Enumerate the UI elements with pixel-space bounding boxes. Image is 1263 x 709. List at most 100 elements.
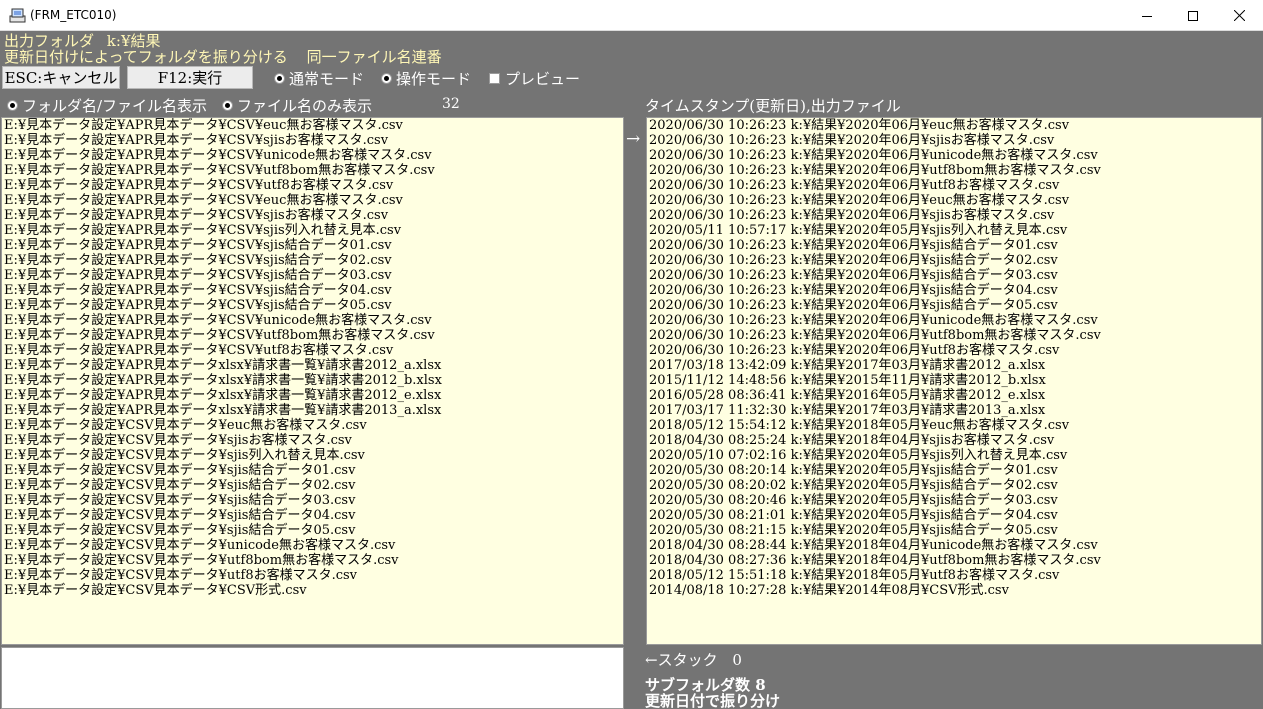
source-file-row[interactable]: E:¥見本データ設定¥CSV見本データ¥sjis結合データ04.csv xyxy=(2,508,623,523)
output-file-row[interactable]: 2017/03/17 11:32:30 k:¥結果¥2017年03月¥請求書20… xyxy=(647,403,1261,418)
source-file-row[interactable]: E:¥見本データ設定¥APR見本データ¥CSV¥sjis結合データ02.csv xyxy=(2,253,623,268)
output-file-row[interactable]: 2018/05/12 15:54:12 k:¥結果¥2018年05月¥euc無お… xyxy=(647,418,1261,433)
show-folder-file-radio[interactable]: フォルダ名/ファイル名表示 xyxy=(7,95,207,116)
source-file-row[interactable]: E:¥見本データ設定¥APR見本データxlsx¥請求書一覧¥請求書2012_a.… xyxy=(2,358,623,373)
output-file-row[interactable]: 2020/06/30 10:26:23 k:¥結果¥2020年06月¥unico… xyxy=(647,313,1261,328)
source-file-list[interactable]: E:¥見本データ設定¥APR見本データ¥CSV¥euc無お客様マスタ.csv E:… xyxy=(1,117,624,645)
source-file-row[interactable]: E:¥見本データ設定¥APR見本データ¥CSV¥euc無お客様マスタ.csv xyxy=(2,118,623,133)
source-file-row[interactable]: E:¥見本データ設定¥CSV見本データ¥utf8お客様マスタ.csv xyxy=(2,568,623,583)
output-file-row[interactable]: 2020/06/30 10:26:23 k:¥結果¥2020年06月¥sjis結… xyxy=(647,298,1261,313)
maximize-button[interactable] xyxy=(1170,0,1216,31)
mode-normal-label: 通常モード xyxy=(289,70,365,88)
source-file-row[interactable]: E:¥見本データ設定¥APR見本データ¥CSV¥utf8お客様マスタ.csv xyxy=(2,343,623,358)
source-file-row[interactable]: E:¥見本データ設定¥CSV見本データ¥CSV形式.csv xyxy=(2,583,623,598)
sort-by-date-label: 更新日付で振り分け xyxy=(645,692,781,709)
source-file-row[interactable]: E:¥見本データ設定¥CSV見本データ¥utf8bom無お客様マスタ.csv xyxy=(2,553,623,568)
source-file-row[interactable]: E:¥見本データ設定¥APR見本データ¥CSV¥sjis結合データ03.csv xyxy=(2,268,623,283)
source-file-row[interactable]: E:¥見本データ設定¥APR見本データ¥CSV¥sjis結合データ05.csv xyxy=(2,298,623,313)
output-file-row[interactable]: 2020/05/30 08:20:14 k:¥結果¥2020年05月¥sjis結… xyxy=(647,463,1261,478)
source-file-row[interactable]: E:¥見本データ設定¥CSV見本データ¥sjis結合データ02.csv xyxy=(2,478,623,493)
checkbox-icon xyxy=(489,73,500,84)
output-file-row[interactable]: 2018/04/30 08:28:44 k:¥結果¥2018年04月¥unico… xyxy=(647,538,1261,553)
source-file-row[interactable]: E:¥見本データ設定¥APR見本データ¥CSV¥euc無お客様マスタ.csv xyxy=(2,193,623,208)
output-file-row[interactable]: 2014/08/18 10:27:28 k:¥結果¥2014年08月¥CSV形式… xyxy=(647,583,1261,598)
title-bar: (FRM_ETC010) xyxy=(0,0,1263,31)
mode-normal-radio[interactable]: 通常モード xyxy=(274,68,364,89)
output-file-row[interactable]: 2020/06/30 10:26:23 k:¥結果¥2020年06月¥sjisお… xyxy=(647,208,1261,223)
source-file-row[interactable]: E:¥見本データ設定¥APR見本データ¥CSV¥sjisお客様マスタ.csv xyxy=(2,208,623,223)
source-file-row[interactable]: E:¥見本データ設定¥CSV見本データ¥euc無お客様マスタ.csv xyxy=(2,418,623,433)
output-file-row[interactable]: 2018/04/30 08:27:36 k:¥結果¥2018年04月¥utf8b… xyxy=(647,553,1261,568)
mode-operation-radio[interactable]: 操作モード xyxy=(381,68,471,89)
same-name-label: 同一ファイル名連番 xyxy=(306,48,442,66)
output-file-row[interactable]: 2020/06/30 10:26:23 k:¥結果¥2020年06月¥sjis結… xyxy=(647,253,1261,268)
maximize-icon xyxy=(1188,10,1198,21)
show-folder-file-label: フォルダ名/ファイル名表示 xyxy=(22,97,208,115)
sort-description-line: 更新日付けによってフォルダを振り分ける 同一ファイル名連番 xyxy=(4,49,442,65)
source-file-row[interactable]: E:¥見本データ設定¥CSV見本データ¥sjisお客様マスタ.csv xyxy=(2,433,623,448)
output-file-row[interactable]: 2020/05/11 10:57:17 k:¥結果¥2020年05月¥sjis列… xyxy=(647,223,1261,238)
sort-description: 更新日付けによってフォルダを振り分ける xyxy=(4,48,288,66)
source-file-row[interactable]: E:¥見本データ設定¥APR見本データxlsx¥請求書一覧¥請求書2013_a.… xyxy=(2,403,623,418)
source-file-row[interactable]: E:¥見本データ設定¥APR見本データ¥CSV¥utf8bom無お客様マスタ.c… xyxy=(2,328,623,343)
output-file-row[interactable]: 2020/06/30 10:26:23 k:¥結果¥2020年06月¥utf8お… xyxy=(647,343,1261,358)
output-file-row[interactable]: 2020/06/30 10:26:23 k:¥結果¥2020年06月¥euc無お… xyxy=(647,193,1261,208)
source-file-row[interactable]: E:¥見本データ設定¥CSV見本データ¥sjis結合データ05.csv xyxy=(2,523,623,538)
source-file-row[interactable]: E:¥見本データ設定¥CSV見本データ¥unicode無お客様マスタ.csv xyxy=(2,538,623,553)
output-file-row[interactable]: 2018/05/12 15:51:18 k:¥結果¥2018年05月¥utf8お… xyxy=(647,568,1261,583)
f12-execute-button[interactable]: F12:実行 xyxy=(127,66,253,89)
close-button[interactable] xyxy=(1216,0,1262,31)
esc-cancel-button[interactable]: ESC:キャンセル xyxy=(2,66,120,89)
output-file-row[interactable]: 2020/05/30 08:21:01 k:¥結果¥2020年05月¥sjis結… xyxy=(647,508,1261,523)
output-file-row[interactable]: 2020/06/30 10:26:23 k:¥結果¥2020年06月¥euc無お… xyxy=(647,118,1261,133)
output-file-row[interactable]: 2020/06/30 10:26:23 k:¥結果¥2020年06月¥sjis結… xyxy=(647,238,1261,253)
preview-checkbox[interactable]: プレビュー xyxy=(489,68,580,89)
window-title: (FRM_ETC010) xyxy=(30,8,117,22)
source-file-row[interactable]: E:¥見本データ設定¥APR見本データ¥CSV¥sjisお客様マスタ.csv xyxy=(2,133,623,148)
output-file-row[interactable]: 2020/05/30 08:21:15 k:¥結果¥2020年05月¥sjis結… xyxy=(647,523,1261,538)
source-file-row[interactable]: E:¥見本データ設定¥CSV見本データ¥sjis結合データ01.csv xyxy=(2,463,623,478)
radio-icon xyxy=(222,100,233,111)
source-file-row[interactable]: E:¥見本データ設定¥APR見本データ¥CSV¥unicode無お客様マスタ.c… xyxy=(2,148,623,163)
output-file-row[interactable]: 2020/06/30 10:26:23 k:¥結果¥2020年06月¥utf8b… xyxy=(647,328,1261,343)
minimize-button[interactable] xyxy=(1124,0,1170,31)
transfer-arrow[interactable]: → xyxy=(626,129,640,149)
subfolder-count: サブフォルダ数 8 xyxy=(645,676,766,694)
output-file-row[interactable]: 2020/06/30 10:26:23 k:¥結果¥2020年06月¥sjis結… xyxy=(647,268,1261,283)
minimize-icon xyxy=(1142,15,1152,17)
source-file-row[interactable]: E:¥見本データ設定¥APR見本データ¥CSV¥sjis結合データ04.csv xyxy=(2,283,623,298)
stack-line: ←スタック 0 xyxy=(645,649,742,670)
output-file-row[interactable]: 2020/06/30 10:26:23 k:¥結果¥2020年06月¥utf8お… xyxy=(647,178,1261,193)
output-file-row[interactable]: 2018/04/30 08:25:24 k:¥結果¥2018年04月¥sjisお… xyxy=(647,433,1261,448)
output-file-row[interactable]: 2020/05/30 08:20:02 k:¥結果¥2020年05月¥sjis結… xyxy=(647,478,1261,493)
output-file-row[interactable]: 2016/05/28 08:36:41 k:¥結果¥2016年05月¥請求書20… xyxy=(647,388,1261,403)
output-file-list[interactable]: 2020/06/30 10:26:23 k:¥結果¥2020年06月¥euc無お… xyxy=(646,117,1262,645)
right-list-header: タイムスタンプ(更新日),出力ファイル xyxy=(645,97,901,115)
stack-label: ←スタック xyxy=(645,651,718,669)
source-file-row[interactable]: E:¥見本データ設定¥APR見本データ¥CSV¥utf8bom無お客様マスタ.c… xyxy=(2,163,623,178)
output-file-row[interactable]: 2020/05/30 08:20:46 k:¥結果¥2020年05月¥sjis結… xyxy=(647,493,1261,508)
output-file-row[interactable]: 2020/06/30 10:26:23 k:¥結果¥2020年06月¥sjis結… xyxy=(647,283,1261,298)
source-file-row[interactable]: E:¥見本データ設定¥APR見本データ¥CSV¥sjis結合データ01.csv xyxy=(2,238,623,253)
source-file-row[interactable]: E:¥見本データ設定¥CSV見本データ¥sjis列入れ替え見本.csv xyxy=(2,448,623,463)
output-file-row[interactable]: 2017/03/18 13:42:09 k:¥結果¥2017年03月¥請求書20… xyxy=(647,358,1261,373)
source-file-row[interactable]: E:¥見本データ設定¥APR見本データxlsx¥請求書一覧¥請求書2012_b.… xyxy=(2,373,623,388)
app-icon xyxy=(9,8,26,23)
bottom-text-area[interactable] xyxy=(1,647,624,709)
preview-label: プレビュー xyxy=(505,70,581,88)
source-file-row[interactable]: E:¥見本データ設定¥CSV見本データ¥sjis結合データ03.csv xyxy=(2,493,623,508)
source-file-row[interactable]: E:¥見本データ設定¥APR見本データ¥CSV¥sjis列入れ替え見本.csv xyxy=(2,223,623,238)
output-file-row[interactable]: 2020/06/30 10:26:23 k:¥結果¥2020年06月¥utf8b… xyxy=(647,163,1261,178)
output-folder-line: 出力フォルダ k:¥結果 xyxy=(4,33,160,49)
mode-operation-label: 操作モード xyxy=(396,70,472,88)
source-file-row[interactable]: E:¥見本データ設定¥APR見本データxlsx¥請求書一覧¥請求書2012_e.… xyxy=(2,388,623,403)
show-file-only-radio[interactable]: ファイル名のみ表示 xyxy=(222,95,372,116)
source-file-row[interactable]: E:¥見本データ設定¥APR見本データ¥CSV¥utf8お客様マスタ.csv xyxy=(2,178,623,193)
output-file-row[interactable]: 2020/06/30 10:26:23 k:¥結果¥2020年06月¥unico… xyxy=(647,148,1261,163)
file-count: 32 xyxy=(442,96,460,112)
output-file-row[interactable]: 2020/06/30 10:26:23 k:¥結果¥2020年06月¥sjisお… xyxy=(647,133,1261,148)
output-file-row[interactable]: 2015/11/12 14:48:56 k:¥結果¥2015年11月¥請求書20… xyxy=(647,373,1261,388)
output-file-row[interactable]: 2020/05/10 07:02:16 k:¥結果¥2020年05月¥sjis列… xyxy=(647,448,1261,463)
stack-count: 0 xyxy=(732,651,742,669)
source-file-row[interactable]: E:¥見本データ設定¥APR見本データ¥CSV¥unicode無お客様マスタ.c… xyxy=(2,313,623,328)
